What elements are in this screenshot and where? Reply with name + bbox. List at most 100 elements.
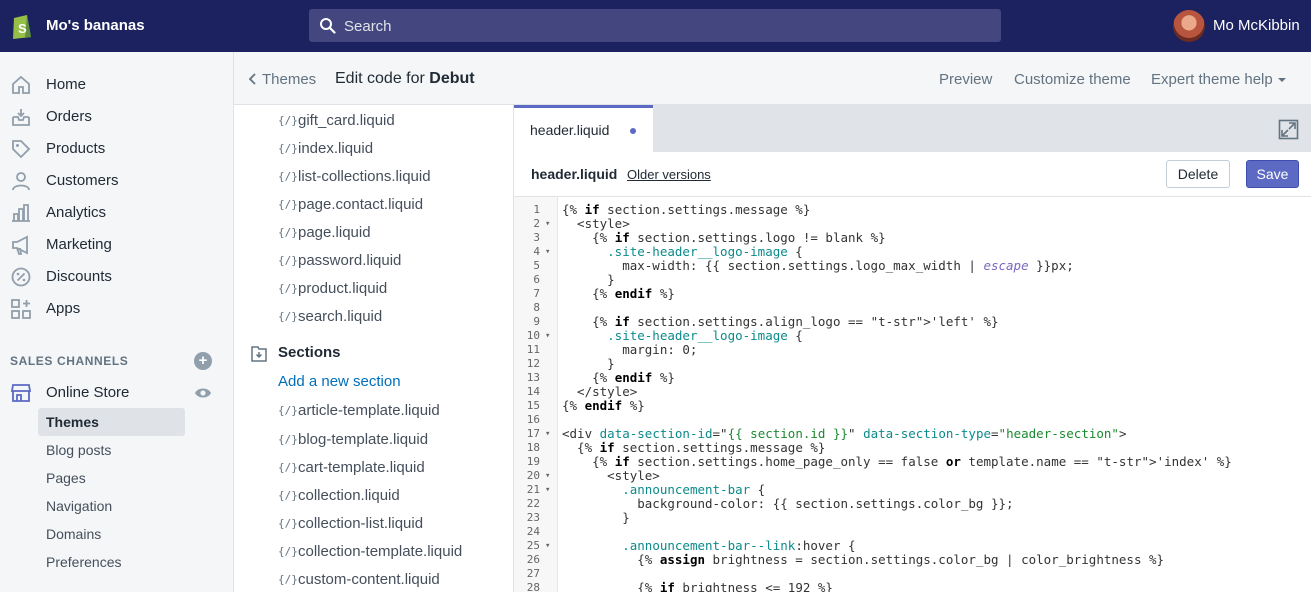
code-line[interactable]: 18 {% if section.settings.message %} (514, 441, 1311, 455)
search-input[interactable]: Search (344, 18, 392, 35)
file-item[interactable]: {/} cart-template.liquid (278, 458, 508, 480)
file-name: search.liquid (298, 308, 383, 325)
file-item[interactable]: {/} index.liquid (278, 139, 508, 161)
file-item[interactable]: {/} product.liquid (278, 279, 508, 301)
code-line[interactable]: 19 {% if section.settings.home_page_only… (514, 455, 1311, 469)
home-icon (12, 75, 30, 94)
eye-icon[interactable] (194, 386, 212, 400)
file-item[interactable]: {/} gift_card.liquid (278, 111, 508, 133)
file-item[interactable]: {/} custom-content.liquid (278, 570, 508, 592)
code-line[interactable]: 22 background-color: {{ section.settings… (514, 497, 1311, 511)
code-line[interactable]: 14 </style> (514, 385, 1311, 399)
code-line[interactable]: 5 max-width: {{ section.settings.logo_ma… (514, 259, 1311, 273)
fold-arrow-icon[interactable]: ▾ (545, 217, 550, 231)
file-item[interactable]: {/} collection.liquid (278, 486, 508, 508)
expand-icon[interactable] (1278, 119, 1299, 140)
code-line[interactable]: 23 } (514, 511, 1311, 525)
sidebar-item-discounts[interactable]: Discounts (0, 262, 234, 292)
sections-folder-title[interactable]: Sections (278, 344, 341, 361)
fold-arrow-icon[interactable]: ▾ (545, 539, 550, 553)
file-name: collection-template.liquid (298, 543, 463, 560)
code-line[interactable]: 26 {% assign brightness = section.settin… (514, 553, 1311, 567)
line-number: 25 (526, 539, 540, 552)
sidebar-subitem-pages[interactable]: Pages (38, 464, 185, 492)
code-area[interactable]: 1 {% if section.settings.message %} 2 ▾ <st… (514, 197, 1311, 592)
fold-arrow-icon[interactable]: ▾ (545, 245, 550, 259)
sidebar-item-orders[interactable]: Orders (0, 102, 234, 132)
shopify-logo-icon[interactable]: S (10, 12, 34, 40)
liquid-file-icon: {/} (278, 517, 298, 530)
code-line[interactable]: 10 ▾ .site-header__logo-image { (514, 329, 1311, 343)
sidebar-item-apps[interactable]: Apps (0, 294, 234, 324)
unsaved-indicator[interactable] (630, 128, 636, 134)
add-sales-channel-button[interactable]: + (194, 352, 212, 370)
sidebar-subitem-navigation[interactable]: Navigation (38, 492, 185, 520)
caret-down-icon[interactable] (1278, 77, 1286, 83)
code-line[interactable]: 27 (514, 567, 1311, 581)
file-item[interactable]: {/} collection-template.liquid (278, 542, 508, 564)
code-line[interactable]: 1 {% if section.settings.message %} (514, 203, 1311, 217)
code-line[interactable]: 28 {% if brightness <= 192 %} (514, 581, 1311, 592)
file-item[interactable]: {/} blog-template.liquid (278, 430, 508, 452)
file-item[interactable]: {/} article-template.liquid (278, 401, 508, 423)
code-line[interactable]: 20 ▾ <style> (514, 469, 1311, 483)
save-button[interactable]: Save (1246, 160, 1299, 188)
code-text: {% endif %} (562, 398, 645, 413)
file-name: page.contact.liquid (298, 196, 424, 213)
sidebar-item-analytics[interactable]: Analytics (0, 198, 234, 228)
code-line[interactable]: 7 {% endif %} (514, 287, 1311, 301)
file-item[interactable]: {/} password.liquid (278, 251, 508, 273)
code-line[interactable]: 3 {% if section.settings.logo != blank %… (514, 231, 1311, 245)
fold-arrow-icon[interactable]: ▾ (545, 469, 550, 483)
code-line[interactable]: 2 ▾ <style> (514, 217, 1311, 231)
search-bar[interactable]: Search (309, 9, 1001, 42)
code-line[interactable]: 24 (514, 525, 1311, 539)
preview-button[interactable]: Preview (939, 71, 992, 88)
sidebar-item-label: Analytics (46, 204, 107, 221)
customize-theme-button[interactable]: Customize theme (1014, 71, 1131, 88)
code-line[interactable]: 8 (514, 301, 1311, 315)
chevron-left-icon[interactable] (248, 72, 258, 86)
fold-arrow-icon[interactable]: ▾ (545, 329, 550, 343)
code-line[interactable]: 17 ▾ <div data-section-id="{{ section.id }… (514, 427, 1311, 441)
sidebar-item-home[interactable]: Home (0, 70, 234, 100)
liquid-file-icon: {/} (278, 404, 298, 417)
sidebar-subitem-blog-posts[interactable]: Blog posts (38, 436, 185, 464)
file-item[interactable]: {/} search.liquid (278, 307, 508, 329)
line-number: 17 (526, 427, 540, 440)
editor-tab[interactable]: header.liquid (514, 105, 653, 152)
store-name[interactable]: Mo's bananas (46, 17, 145, 34)
avatar[interactable] (1173, 10, 1205, 42)
code-line[interactable]: 15 {% endif %} (514, 399, 1311, 413)
expert-theme-help-button[interactable]: Expert theme help (1151, 71, 1273, 88)
sidebar-item-products[interactable]: Products (0, 134, 234, 164)
file-item[interactable]: {/} list-collections.liquid (278, 167, 508, 189)
line-number: 2 (533, 217, 540, 230)
file-item[interactable]: {/} page.contact.liquid (278, 195, 508, 217)
fold-arrow-icon[interactable]: ▾ (545, 483, 550, 497)
add-new-section-link[interactable]: Add a new section (278, 373, 401, 390)
sidebar-subitem-preferences[interactable]: Preferences (38, 548, 185, 576)
code-text: {% if brightness <= 192 %} (562, 580, 833, 592)
line-number: 5 (533, 259, 540, 272)
code-line[interactable]: 21 ▾ .announcement-bar { (514, 483, 1311, 497)
sidebar-item-marketing[interactable]: Marketing (0, 230, 234, 260)
code-line[interactable]: 25 ▾ .announcement-bar--link:hover { (514, 539, 1311, 553)
code-line[interactable]: 4 ▾ .site-header__logo-image { (514, 245, 1311, 259)
code-line[interactable]: 16 (514, 413, 1311, 427)
file-item[interactable]: {/} page.liquid (278, 223, 508, 245)
code-line[interactable]: 13 {% endif %} (514, 371, 1311, 385)
delete-button[interactable]: Delete (1166, 160, 1230, 188)
fold-arrow-icon[interactable]: ▾ (545, 427, 550, 441)
user-name[interactable]: Mo McKibbin (1213, 17, 1300, 34)
older-versions-link[interactable]: Older versions (627, 167, 711, 182)
back-to-themes-link[interactable]: Themes (262, 71, 316, 88)
code-line[interactable]: 9 {% if section.settings.align_logo == "… (514, 315, 1311, 329)
code-line[interactable]: 12 } (514, 357, 1311, 371)
sidebar-item-customers[interactable]: Customers (0, 166, 234, 196)
code-line[interactable]: 11 margin: 0; (514, 343, 1311, 357)
sidebar-subitem-themes[interactable]: Themes (38, 408, 185, 436)
code-line[interactable]: 6 } (514, 273, 1311, 287)
sidebar-subitem-domains[interactable]: Domains (38, 520, 185, 548)
file-item[interactable]: {/} collection-list.liquid (278, 514, 508, 536)
